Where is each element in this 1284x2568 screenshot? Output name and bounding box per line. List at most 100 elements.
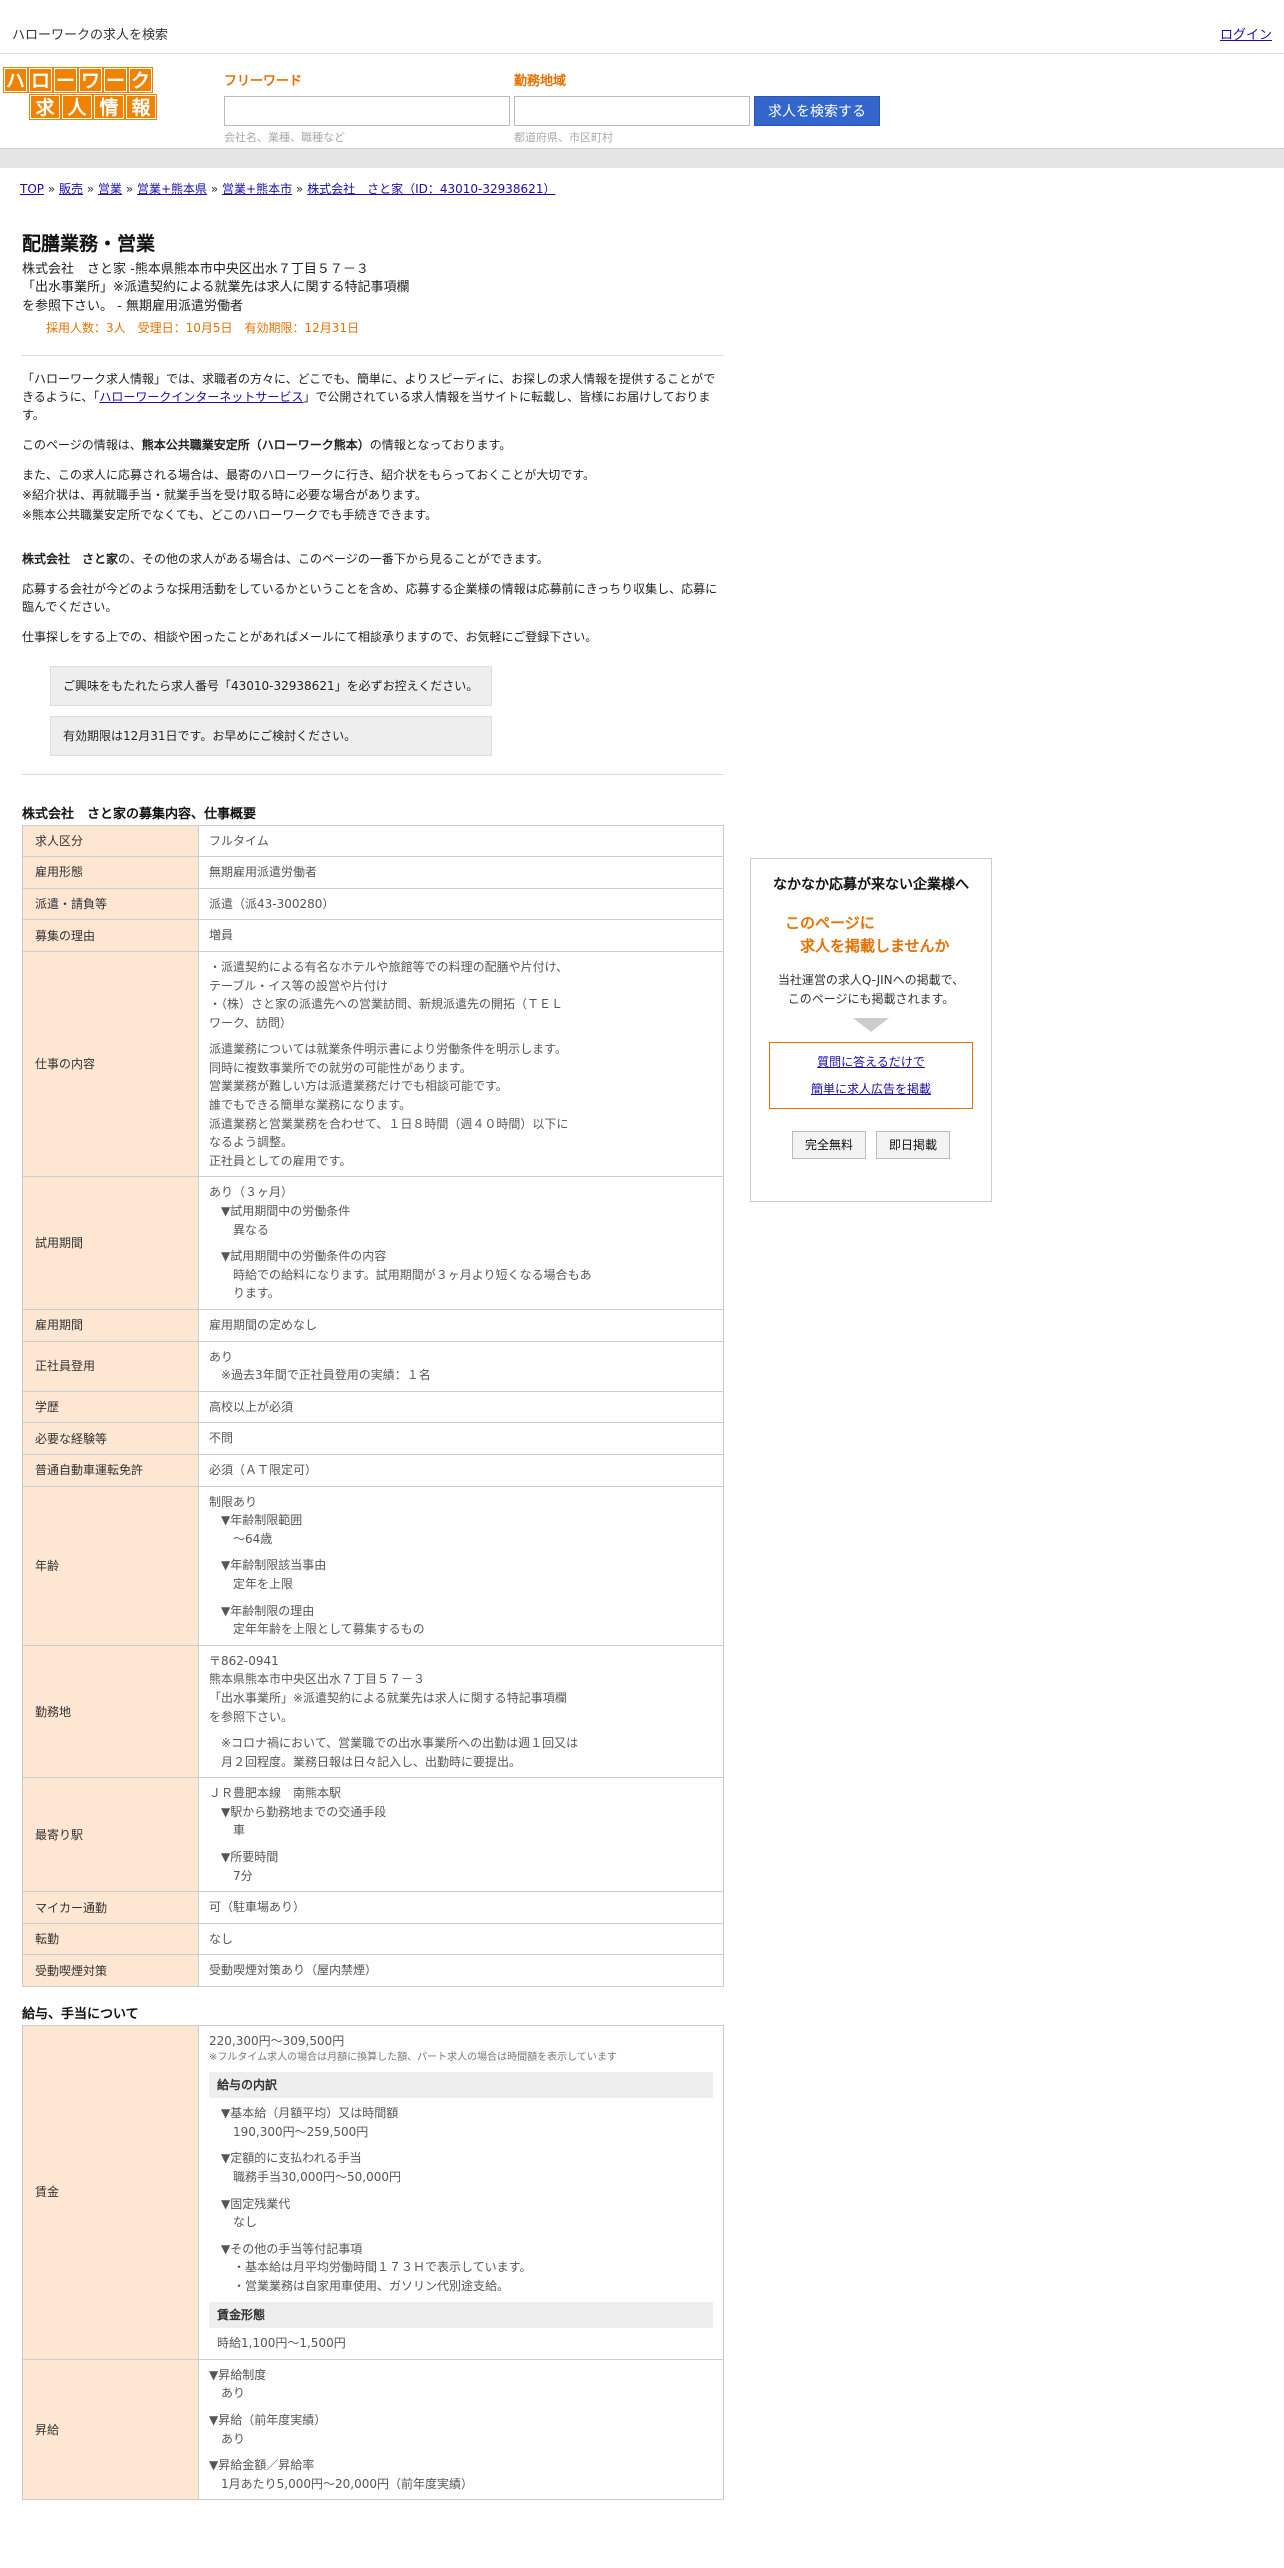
row-header: 昇給 [22, 2358, 199, 2501]
freeword-input[interactable] [224, 95, 510, 126]
area-input[interactable] [514, 95, 750, 126]
free-badge[interactable]: 完全無料 [791, 1130, 866, 1159]
intro-paragraph-5: ※熊本公共職業安定所でなくても、どこのハローワークでも手続きできます。 [22, 506, 724, 524]
value-line: あり [209, 1349, 234, 1364]
value-line: あり（３ヶ月） [209, 1185, 294, 1200]
row-header: 賃金 [22, 2024, 199, 2360]
job-desc-line: 派遣業務については就業条件明示書により労働条件を明示します。 [209, 1042, 567, 1057]
table-row: 求人区分 フルタイム [22, 824, 724, 858]
table-row: 必要な経験等 不問 [22, 1422, 724, 1455]
job-desc-line: 派遣業務と営業業務を合わせて、１日８時間（週４０時間）以下に [209, 1116, 569, 1131]
value-line: 1月あたり5,000円〜20,000円（前年度実績） [221, 2476, 473, 2491]
job-desc-line: なるよう調整。 [209, 1135, 294, 1150]
row-header: 求人区分 [22, 824, 199, 858]
area-field: 勤務地域 都道府県、市区町村 [514, 72, 750, 146]
value-line: ▼所要時間 [221, 1850, 279, 1865]
intro-paragraph-8: 仕事探しをする上での、相談や困ったことがあればメールにて相談承りますので、お気軽… [22, 628, 724, 646]
office-name: 熊本公共職業安定所（ハローワーク熊本） [141, 438, 370, 453]
hellowork-internet-link[interactable]: ハローワークインターネットサービス [99, 390, 303, 404]
breadcrumb-hanbai[interactable]: 販売 [59, 182, 83, 196]
value-line: ※過去3年間で正社員登用の実績：１名 [221, 1368, 431, 1383]
advertise-description: 当社運営の求人Q-JINへの掲載で、 このページにも掲載されます。 [751, 971, 991, 1008]
intro-text: このページの情報は、 [22, 438, 142, 453]
top-bar: ハローワークの求人を検索 ログイン [0, 0, 1284, 54]
value-line: ※コロナ禍において、営業職での出水事業所への出勤は週１回又は [221, 1736, 579, 1751]
table-row: 受動喫煙対策 受動喫煙対策あり（屋内禁煙） [22, 1954, 724, 1988]
value-line: ▼その他の手当等付記事項 [221, 2241, 363, 2256]
value-line: ▼年齢制限の理由 [221, 1603, 315, 1618]
row-header: 受動喫煙対策 [22, 1954, 199, 1988]
value-line: ▼定額的に支払われる手当 [221, 2151, 362, 2166]
value-line: ▼試用期間中の労働条件の内容 [221, 1249, 387, 1264]
same-day-badge[interactable]: 即日掲載 [876, 1130, 951, 1159]
freeword-hint: 会社名、業種、職種など [224, 130, 345, 144]
table-row: 普通自動車運転免許 必須（ＡＴ限定可） [22, 1453, 724, 1487]
row-value: 必須（ＡＴ限定可） [198, 1453, 724, 1487]
value-line: 〜64歳 [233, 1531, 273, 1546]
row-value: あり（３ヶ月） ▼試用期間中の労働条件 異なる ▼試用期間中の労働条件の内容 時… [198, 1176, 724, 1310]
value-line: ▼昇給金額／昇給率 [209, 2458, 315, 2473]
logo-char: ワ [78, 67, 103, 93]
value-line: ▼年齢制限範囲 [221, 1513, 303, 1528]
row-value: フルタイム [198, 824, 724, 858]
divider [22, 355, 724, 357]
intro-paragraph-4: ※紹介状は、再就職手当・就業手当を受け取る時に必要な場合があります。 [22, 486, 724, 504]
row-header: 試用期間 [22, 1176, 199, 1310]
table-row: 学歴 高校以上が必須 [22, 1390, 724, 1424]
salary-title: 給与、手当について [22, 2007, 139, 2023]
value-line: ▼昇給制度 [209, 2367, 267, 2382]
intro-paragraph-7: 応募する会社が今どのような採用活動をしているかということを含め、応募する企業様の… [22, 580, 724, 616]
row-value: 派遣（派43-300280） [198, 887, 724, 921]
value-line: あり [221, 2386, 246, 2401]
job-number-note: ご興味をもたれたら求人番号「43010-32938621」を必ずお控えください。 [50, 666, 492, 707]
post-ad-link[interactable]: 簡単に求人広告を掲載 [811, 1082, 931, 1096]
breadcrumb-company[interactable]: 株式会社 さと家（ID：43010-32938621） [307, 182, 555, 196]
intro-paragraph-6: 株式会社 さと家の、その他の求人がある場合は、このページの一番下から見ることがで… [22, 550, 724, 568]
site-logo[interactable]: ハローワーク 求人情報 [3, 67, 180, 122]
value-line: 時給での給料になります。試用期間が３ヶ月より短くなる場合もあ [233, 1267, 592, 1282]
breadcrumb-eigyo-kumamoto-shi[interactable]: 営業+熊本市 [222, 182, 292, 196]
row-value: 増員 [198, 919, 724, 952]
easy-answer-link[interactable]: 質問に答えるだけで [817, 1055, 925, 1069]
job-desc-line: 営業業務が難しい方は派遣業務だけでも相談可能です。 [209, 1079, 508, 1094]
salary-table: 賃金 220,300円〜309,500円 ※フルタイム求人の場合は月額に換算した… [22, 2024, 724, 2501]
logo-char: ロ [28, 67, 53, 93]
row-value: 可（駐車場あり） [198, 1891, 724, 1924]
logo-char: 情 [93, 94, 125, 120]
row-header: 雇用期間 [22, 1309, 199, 1342]
row-value: 220,300円〜309,500円 ※フルタイム求人の場合は月額に換算した額、パ… [198, 2024, 724, 2360]
logo-char: ー [103, 67, 128, 93]
value-line: ・営業業務は自家用車使用、ガソリン代別途支給。 [233, 2278, 510, 2293]
salary-range: 220,300円〜309,500円 [209, 2033, 345, 2048]
job-title: 配膳業務・営業 [22, 233, 156, 255]
value-line: ・基本給は月平均労働時間１７３Ｈで表示しています。 [233, 2260, 532, 2275]
area-hint: 都道府県、市区町村 [514, 130, 613, 144]
table-row: 試用期間 あり（３ヶ月） ▼試用期間中の労働条件 異なる ▼試用期間中の労働条件… [22, 1176, 724, 1310]
job-desc-line: ・派遣契約による有名なホテルや旅館等での料理の配膳や片付け、 [209, 959, 569, 974]
value-line: 熊本県熊本市中央区出水７丁目５７－３ [209, 1672, 426, 1687]
breadcrumb-top[interactable]: TOP [20, 182, 44, 196]
row-value: なし [198, 1922, 724, 1956]
intro-text: 仕事探しをする上での、相談や困ったことがあればメールにて相談承りますので、お気軽… [22, 630, 598, 645]
row-value: あり ※過去3年間で正社員登用の実績：１名 [198, 1340, 724, 1392]
down-arrow-icon [853, 1018, 889, 1033]
row-header: 正社員登用 [22, 1340, 199, 1392]
intro-paragraph-1: 「ハローワーク求人情報」では、求職者の方々に、どこでも、簡単に、よりスピーディに… [22, 370, 724, 424]
breadcrumb: TOP » 販売 » 営業 » 営業+熊本県 » 営業+熊本市 » 株式会社 さ… [20, 182, 556, 196]
breadcrumb-eigyo-kumamoto-ken[interactable]: 営業+熊本県 [137, 182, 207, 196]
row-header: マイカー通勤 [22, 1891, 199, 1924]
intro-text: また、この求人に応募される場合は、最寄のハローワークに行き、紹介状をもらっておく… [22, 468, 596, 483]
row-header: 最寄り駅 [22, 1777, 199, 1893]
row-header: 転勤 [22, 1922, 199, 1956]
breadcrumb-eigyo[interactable]: 営業 [98, 182, 122, 196]
salary-breakdown-heading: 給与の内訳 [209, 2071, 713, 2099]
logo-char: ハ [3, 67, 28, 93]
value-line: 車 [233, 1823, 246, 1838]
row-value: ▼昇給制度 あり ▼昇給（前年度実績） あり ▼昇給金額／昇給率 1月あたり5,… [198, 2358, 724, 2501]
login-link[interactable]: ログイン [1220, 26, 1272, 46]
header-band [0, 148, 1284, 168]
search-button[interactable]: 求人を検索する [754, 96, 880, 126]
row-value: 高校以上が必須 [198, 1390, 724, 1424]
